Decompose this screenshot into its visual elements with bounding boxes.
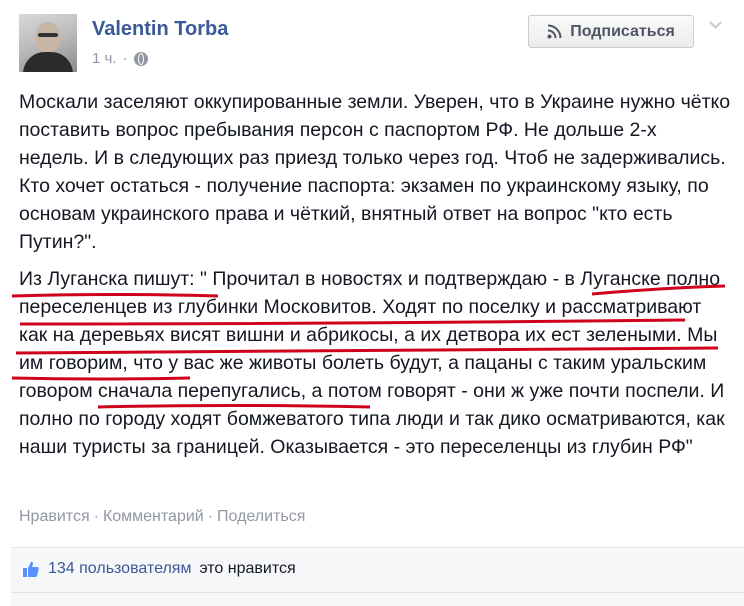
- globe-icon[interactable]: [133, 51, 148, 66]
- comment-link[interactable]: Комментарий: [103, 508, 204, 525]
- post-body: Москали заселяют оккупированные земли. У…: [19, 88, 731, 461]
- post-actions: Нравится · Комментарий · Поделиться: [19, 508, 305, 526]
- author-name[interactable]: Valentin Torba: [92, 18, 228, 41]
- avatar-glasses: [38, 33, 58, 37]
- likes-count-link[interactable]: 134 пользователям: [48, 560, 191, 578]
- share-link[interactable]: Поделиться: [217, 508, 305, 525]
- meta-separator: ·: [122, 50, 128, 67]
- post-paragraph-1: Москали заселяют оккупированные земли. У…: [19, 91, 731, 253]
- post-time[interactable]: 1 ч.: [92, 50, 117, 67]
- post-meta: 1 ч. ·: [92, 50, 148, 67]
- thumbs-up-icon: [23, 561, 39, 577]
- avatar-shoulders: [23, 52, 73, 72]
- action-separator: ·: [207, 508, 214, 525]
- likes-summary: 134 пользователям это нравится: [22, 560, 296, 578]
- post-paragraph-2: Из Луганска пишут: " Прочитал в новостях…: [19, 268, 725, 458]
- action-separator: ·: [93, 508, 99, 525]
- divider: [11, 592, 744, 593]
- like-link[interactable]: Нравится: [19, 508, 90, 525]
- likes-bar: 134 пользователям это нравится: [11, 547, 744, 606]
- subscribe-button[interactable]: Подписаться: [528, 15, 694, 48]
- author-avatar[interactable]: [19, 14, 77, 72]
- rss-icon: [547, 24, 562, 39]
- chevron-down-icon[interactable]: [709, 18, 722, 31]
- likes-text: это нравится: [199, 560, 296, 577]
- subscribe-label: Подписаться: [570, 22, 675, 40]
- avatar-head: [36, 22, 60, 52]
